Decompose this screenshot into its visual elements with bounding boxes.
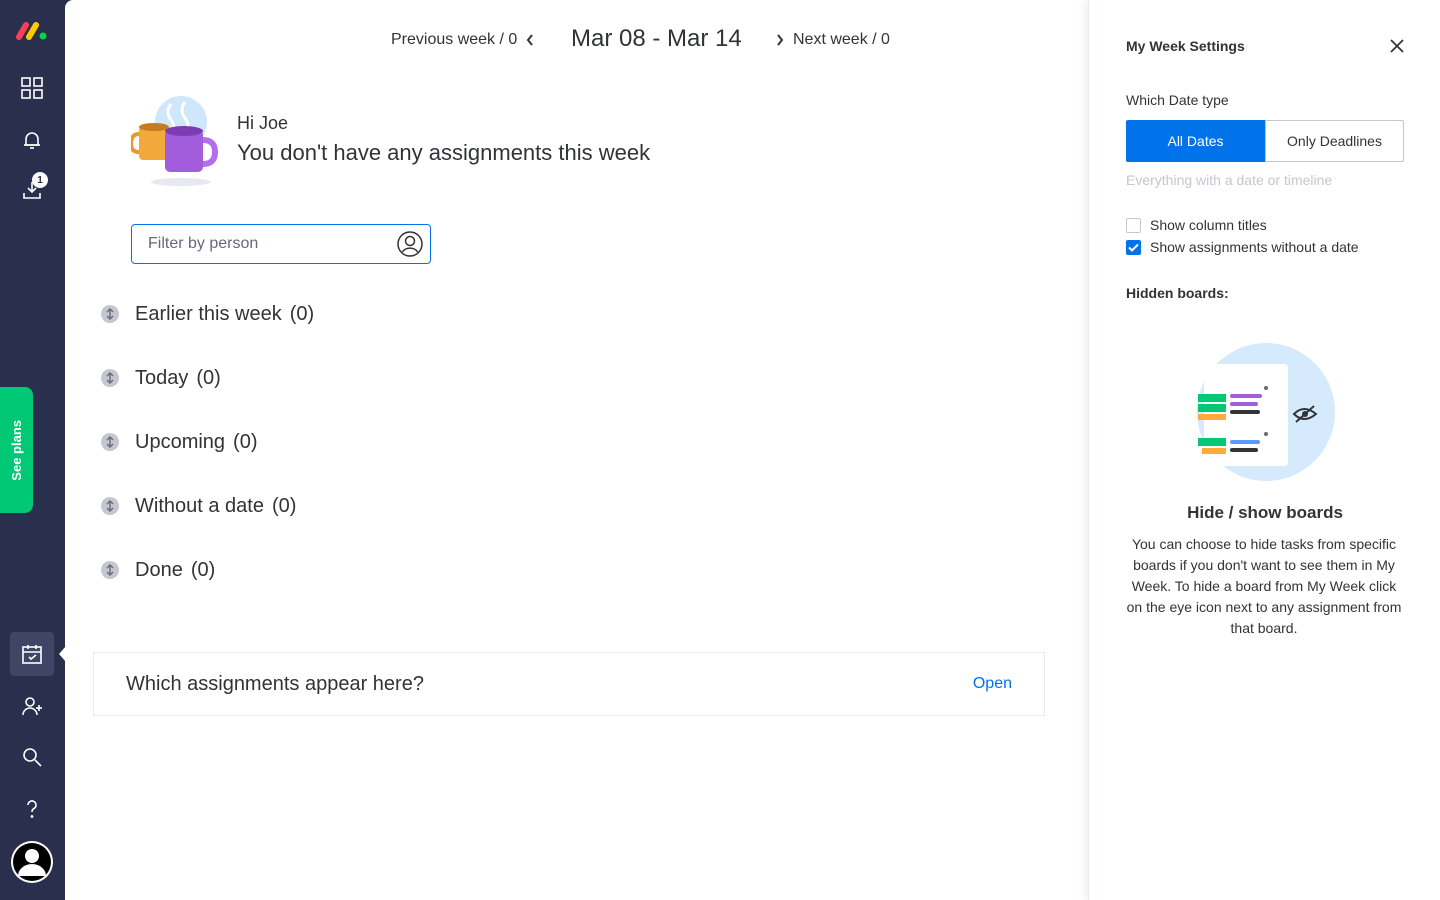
person-circle-icon[interactable]	[396, 230, 424, 258]
filter-by-person-input[interactable]	[148, 235, 396, 253]
avatar[interactable]	[10, 840, 54, 884]
filter-by-person[interactable]	[131, 224, 431, 264]
week-navigation: Previous week / 0 Mar 08 - Mar 14 Next w…	[65, 24, 1088, 56]
invite-user-icon[interactable]	[10, 684, 54, 728]
group-count: (0)	[190, 558, 216, 581]
monday-logo-icon[interactable]	[10, 8, 54, 52]
group-without-a-date[interactable]: Without a date (0)	[101, 491, 296, 521]
previous-week-button[interactable]: Previous week / 0	[391, 31, 535, 49]
my-week-calendar-icon[interactable]	[10, 632, 54, 676]
checkbox-unchecked[interactable]	[1126, 217, 1141, 233]
all-dates-button[interactable]: All Dates	[1126, 120, 1265, 162]
hide-show-boards-description: You can choose to hide tasks from specif…	[1126, 536, 1402, 636]
group-done[interactable]: Done (0)	[101, 555, 215, 585]
faq-open-link[interactable]: Open	[973, 675, 1012, 693]
group-title: Earlier this week	[135, 302, 282, 325]
group-count: (0)	[271, 494, 297, 517]
left-rail: 1 See plans	[0, 0, 66, 900]
my-week-main: Previous week / 0 Mar 08 - Mar 14 Next w…	[65, 0, 1088, 900]
date-type-label: Which Date type	[1126, 92, 1229, 108]
assignments-faq: Which assignments appear here? Open	[93, 652, 1045, 716]
see-plans-button[interactable]: See plans	[0, 387, 33, 513]
hide-boards-illustration	[1197, 343, 1335, 481]
hidden-boards-label: Hidden boards:	[1126, 285, 1229, 301]
no-assignments-message: You don't have any assignments this week	[237, 140, 651, 165]
date-type-hint: Everything with a date or timeline	[1126, 172, 1333, 188]
group-title: Upcoming	[135, 430, 226, 453]
group-title: Without a date	[135, 494, 264, 517]
show-column-titles-checkbox[interactable]: Show column titles	[1126, 217, 1267, 233]
close-icon[interactable]	[1387, 36, 1407, 56]
group-count: (0)	[196, 366, 221, 389]
chevron-right-icon	[777, 34, 784, 46]
expand-collapse-icon[interactable]	[101, 433, 119, 451]
date-type-toggle: All Dates Only Deadlines	[1126, 120, 1404, 162]
apps-grid-icon[interactable]	[10, 66, 54, 110]
next-week-label: Next week / 0	[793, 31, 890, 48]
group-earlier-this-week[interactable]: Earlier this week (0)	[101, 299, 314, 329]
expand-collapse-icon[interactable]	[101, 561, 119, 579]
checkbox-checked[interactable]	[1126, 239, 1141, 255]
expand-collapse-icon[interactable]	[101, 497, 119, 515]
only-deadlines-button[interactable]: Only Deadlines	[1265, 120, 1404, 162]
inbox-download-icon[interactable]: 1	[10, 168, 54, 212]
checkmark-icon	[1128, 243, 1139, 252]
show-without-date-checkbox[interactable]: Show assignments without a date	[1126, 239, 1359, 255]
group-title: Done	[135, 558, 183, 581]
group-title: Today	[135, 366, 189, 389]
notification-badge: 1	[32, 172, 48, 188]
group-count: (0)	[233, 430, 258, 453]
faq-question: Which assignments appear here?	[126, 672, 424, 695]
show-without-date-label: Show assignments without a date	[1150, 239, 1359, 255]
bell-icon[interactable]	[10, 118, 54, 162]
chevron-left-icon	[527, 34, 534, 46]
group-count: (0)	[289, 302, 315, 325]
group-today[interactable]: Today (0)	[101, 363, 221, 393]
show-column-titles-label: Show column titles	[1150, 217, 1267, 233]
group-upcoming[interactable]: Upcoming (0)	[101, 427, 258, 457]
help-icon[interactable]	[10, 787, 54, 831]
next-week-button[interactable]: Next week / 0	[775, 31, 890, 49]
greeting-name: Hi Joe	[237, 113, 289, 133]
see-plans-label: See plans	[9, 419, 24, 481]
previous-week-label: Previous week / 0	[391, 31, 518, 48]
expand-collapse-icon[interactable]	[101, 369, 119, 387]
week-range: Mar 08 - Mar 14	[571, 25, 742, 52]
panel-title: My Week Settings	[1126, 38, 1245, 54]
expand-collapse-icon[interactable]	[101, 305, 119, 323]
search-icon[interactable]	[10, 735, 54, 779]
my-week-settings-panel: My Week Settings Which Date type All Dat…	[1088, 0, 1440, 900]
coffee-mugs-illustration	[131, 96, 219, 186]
hide-show-boards-title: Hide / show boards	[1187, 503, 1343, 522]
